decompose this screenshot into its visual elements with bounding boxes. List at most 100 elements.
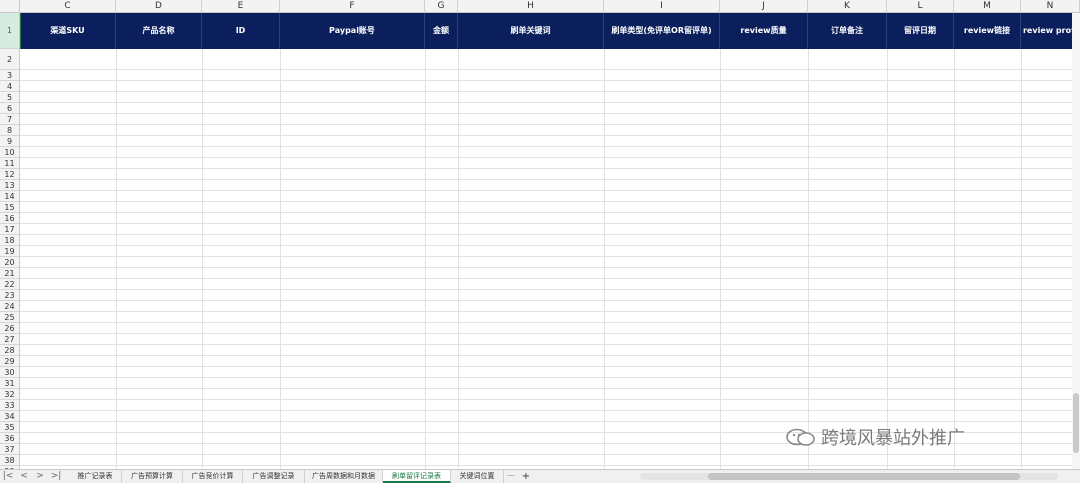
header-cell-m[interactable]: review链接 xyxy=(954,13,1021,49)
sheet-tab-5[interactable]: 广告周数据和月数据 xyxy=(305,470,383,483)
vertical-scroll-thumb[interactable] xyxy=(1073,393,1079,453)
row-header-14[interactable]: 14 xyxy=(0,191,19,202)
spreadsheet: CDEFGHIJKLMN 1 2 3 4 5 6 7 8 9 10 11 12 13 14 15 16 17 18… xyxy=(0,0,1080,469)
grid-row-line xyxy=(20,300,1080,301)
row-header-21[interactable]: 21 xyxy=(0,268,19,279)
row-header-4[interactable]: 4 xyxy=(0,81,19,92)
header-cell-f[interactable]: Paypal账号 xyxy=(280,13,425,49)
row-header-23[interactable]: 23 xyxy=(0,290,19,301)
column-header-c[interactable]: C xyxy=(20,0,116,12)
row-header-27[interactable]: 27 xyxy=(0,334,19,345)
next-sheet-button[interactable]: > xyxy=(34,470,46,483)
row-header-38[interactable]: 38 xyxy=(0,455,19,466)
grid-column-line xyxy=(1021,49,1022,469)
row-header-7[interactable]: 7 xyxy=(0,114,19,125)
sheet-tab-6[interactable]: 刷单留评记录表 xyxy=(383,470,451,483)
grid-row-line xyxy=(20,377,1080,378)
vertical-scrollbar[interactable] xyxy=(1072,13,1080,469)
row-header-11[interactable]: 11 xyxy=(0,158,19,169)
horizontal-scroll-thumb[interactable] xyxy=(708,473,1020,480)
row-header-24[interactable]: 24 xyxy=(0,301,19,312)
sheet-tab-4[interactable]: 广告调整记录 xyxy=(243,470,305,483)
sheet-tab-1[interactable]: 推广记录表 xyxy=(69,470,122,483)
row-header-5[interactable]: 5 xyxy=(0,92,19,103)
row-header-26[interactable]: 26 xyxy=(0,323,19,334)
row-header-1[interactable]: 1 xyxy=(0,13,19,49)
grid-row-line xyxy=(20,256,1080,257)
add-sheet-button[interactable]: + xyxy=(518,470,534,483)
row-header-34[interactable]: 34 xyxy=(0,411,19,422)
row-header-13[interactable]: 13 xyxy=(0,180,19,191)
more-sheets-button[interactable]: ··· xyxy=(504,470,518,483)
grid-row-line xyxy=(20,344,1080,345)
select-all-corner[interactable] xyxy=(0,0,20,12)
sheet-tab-7[interactable]: 关键词位置 xyxy=(451,470,504,483)
grid-column-line xyxy=(887,49,888,469)
column-header-m[interactable]: M xyxy=(954,0,1021,12)
row-header-10[interactable]: 10 xyxy=(0,147,19,158)
cell-grid[interactable]: 渠道SKU 产品名称 ID Paypal账号 金额 刷单关键词 刷单类型(免评单OR留评单)… xyxy=(20,13,1080,469)
watermark: 跨境风暴站外推广 xyxy=(785,423,965,451)
column-header-i[interactable]: I xyxy=(604,0,720,12)
row-header-32[interactable]: 32 xyxy=(0,389,19,400)
header-cell-k[interactable]: 订单备注 xyxy=(808,13,887,49)
row-header-16[interactable]: 16 xyxy=(0,213,19,224)
row-header-12[interactable]: 12 xyxy=(0,169,19,180)
column-header-g[interactable]: G xyxy=(425,0,458,12)
grid-row-line xyxy=(20,113,1080,114)
grid-row-line xyxy=(20,388,1080,389)
horizontal-scrollbar[interactable] xyxy=(640,473,1058,480)
grid-column-line xyxy=(116,49,117,469)
row-header-20[interactable]: 20 xyxy=(0,257,19,268)
column-header-k[interactable]: K xyxy=(808,0,887,12)
grid-column-line xyxy=(280,49,281,469)
header-cell-g[interactable]: 金额 xyxy=(425,13,458,49)
grid-row-line xyxy=(20,135,1080,136)
row-header-28[interactable]: 28 xyxy=(0,345,19,356)
row-header-17[interactable]: 17 xyxy=(0,224,19,235)
last-sheet-button[interactable]: >| xyxy=(50,470,62,483)
row-header-6[interactable]: 6 xyxy=(0,103,19,114)
grid-row-line xyxy=(20,69,1080,70)
row-header-35[interactable]: 35 xyxy=(0,422,19,433)
grid-row-line xyxy=(20,267,1080,268)
sheet-tab-3[interactable]: 广告竞价计算 xyxy=(183,470,243,483)
header-cell-l[interactable]: 留评日期 xyxy=(887,13,954,49)
row-header-22[interactable]: 22 xyxy=(0,279,19,290)
row-header-36[interactable]: 36 xyxy=(0,433,19,444)
grid-row-line xyxy=(20,80,1080,81)
row-header-15[interactable]: 15 xyxy=(0,202,19,213)
row-header-19[interactable]: 19 xyxy=(0,246,19,257)
row-header-3[interactable]: 3 xyxy=(0,70,19,81)
row-header-33[interactable]: 33 xyxy=(0,400,19,411)
column-header-f[interactable]: F xyxy=(280,0,425,12)
header-cell-d[interactable]: 产品名称 xyxy=(116,13,202,49)
wechat-icon xyxy=(785,427,817,447)
column-header-j[interactable]: J xyxy=(720,0,808,12)
column-header-h[interactable]: H xyxy=(458,0,604,12)
column-header-n[interactable]: N xyxy=(1021,0,1080,12)
header-cell-c[interactable]: 渠道SKU xyxy=(20,13,116,49)
row-header-2[interactable]: 2 xyxy=(0,49,19,70)
sheet-tab-bar: |< < > >| ··· + 推广记录表 广告预算计算 广告竞价计算 广告调整记录广… xyxy=(0,469,1080,483)
grid-row-line xyxy=(20,289,1080,290)
row-header-30[interactable]: 30 xyxy=(0,367,19,378)
row-header-18[interactable]: 18 xyxy=(0,235,19,246)
row-header-29[interactable]: 29 xyxy=(0,356,19,367)
header-cell-j[interactable]: review质量 xyxy=(720,13,808,49)
row-header-37[interactable]: 37 xyxy=(0,444,19,455)
column-header-e[interactable]: E xyxy=(202,0,280,12)
row-header-8[interactable]: 8 xyxy=(0,125,19,136)
column-header-l[interactable]: L xyxy=(887,0,954,12)
header-cell-e[interactable]: ID xyxy=(202,13,280,49)
row-header-25[interactable]: 25 xyxy=(0,312,19,323)
row-header-31[interactable]: 31 xyxy=(0,378,19,389)
prev-sheet-button[interactable]: < xyxy=(18,470,30,483)
column-header-d[interactable]: D xyxy=(116,0,202,12)
sheet-tab-2[interactable]: 广告预算计算 xyxy=(122,470,183,483)
grid-row-line xyxy=(20,91,1080,92)
first-sheet-button[interactable]: |< xyxy=(2,470,14,483)
header-cell-h[interactable]: 刷单关键词 xyxy=(458,13,604,49)
row-header-9[interactable]: 9 xyxy=(0,136,19,147)
header-cell-i[interactable]: 刷单类型(免评单OR留评单) xyxy=(604,13,720,49)
